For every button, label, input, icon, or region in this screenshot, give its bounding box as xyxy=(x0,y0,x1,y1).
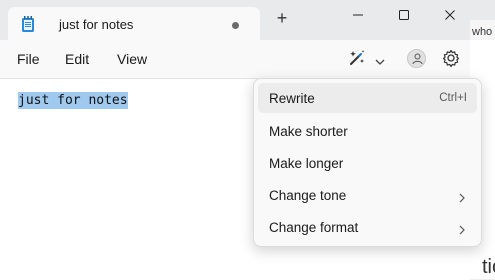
menu-item-change-format[interactable]: Change format xyxy=(258,212,477,242)
maximize-icon xyxy=(399,10,409,20)
background-window-lower-text: tion xyxy=(482,256,495,278)
tab-title: just for notes xyxy=(59,17,134,32)
maximize-button[interactable] xyxy=(381,0,427,30)
account-icon[interactable] xyxy=(407,49,426,68)
chevron-right-icon xyxy=(459,222,465,235)
copilot-rewrite-icon[interactable] xyxy=(346,47,368,69)
menu-item-label: Change tone xyxy=(269,188,347,203)
menu-file[interactable]: File xyxy=(17,51,40,67)
menu-item-rewrite[interactable]: Rewrite Ctrl+I xyxy=(258,83,477,113)
document-tab[interactable]: just for notes xyxy=(8,7,260,40)
menu-item-make-longer[interactable]: Make longer xyxy=(258,148,477,178)
chevron-right-icon xyxy=(459,190,465,203)
menu-edit[interactable]: Edit xyxy=(65,51,89,67)
menu-item-label: Change format xyxy=(269,220,359,235)
menu-item-change-tone[interactable]: Change tone xyxy=(258,180,477,210)
gear-icon[interactable] xyxy=(441,48,461,68)
shortcut-label: Ctrl+I xyxy=(439,92,467,104)
minimize-icon xyxy=(353,14,363,16)
new-tab-button[interactable]: + xyxy=(272,9,292,29)
selected-text[interactable]: just for notes xyxy=(18,92,128,109)
menu-bar: File Edit View xyxy=(0,40,470,76)
background-window-text: who xyxy=(472,26,493,38)
menu-item-label: Make shorter xyxy=(269,124,348,139)
title-bar: just for notes + xyxy=(0,0,495,40)
chevron-down-icon[interactable] xyxy=(375,53,385,65)
close-icon xyxy=(445,10,455,20)
unsaved-indicator-icon[interactable] xyxy=(232,22,239,29)
menu-view[interactable]: View xyxy=(117,51,147,67)
notepad-icon xyxy=(21,16,35,33)
rewrite-menu: Rewrite Ctrl+I Make shorter Make longer … xyxy=(253,78,482,247)
close-button[interactable] xyxy=(427,0,473,30)
minimize-button[interactable] xyxy=(335,0,381,30)
menu-item-make-shorter[interactable]: Make shorter xyxy=(258,116,477,146)
menu-item-label: Make longer xyxy=(269,156,344,171)
menu-item-label: Rewrite xyxy=(269,91,315,106)
